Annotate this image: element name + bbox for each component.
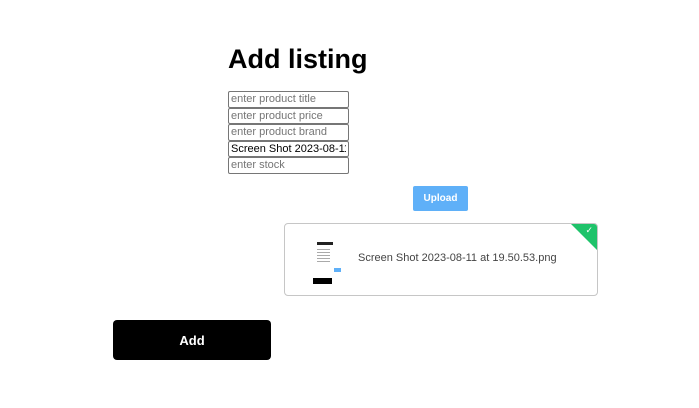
product-title-input[interactable] bbox=[228, 91, 349, 108]
stock-input[interactable] bbox=[228, 157, 349, 174]
add-button[interactable]: Add bbox=[113, 320, 271, 360]
upload-button[interactable]: Upload bbox=[413, 186, 468, 211]
check-icon: ✓ bbox=[585, 226, 593, 236]
file-thumbnail bbox=[311, 236, 351, 288]
page-title: Add listing bbox=[228, 44, 368, 74]
uploaded-file-card: Screen Shot 2023-08-11 at 19.50.53.png ✓ bbox=[284, 223, 598, 296]
add-listing-page: Add listing Upload Screen Shot 2023-08-1… bbox=[0, 0, 699, 408]
file-name: Screen Shot 2023-08-11 at 19.50.53.png bbox=[358, 252, 557, 264]
product-brand-input[interactable] bbox=[228, 124, 349, 141]
listing-form bbox=[228, 91, 349, 174]
product-image-input[interactable] bbox=[228, 140, 349, 157]
product-price-input[interactable] bbox=[228, 107, 349, 124]
upload-success-badge bbox=[571, 224, 597, 250]
